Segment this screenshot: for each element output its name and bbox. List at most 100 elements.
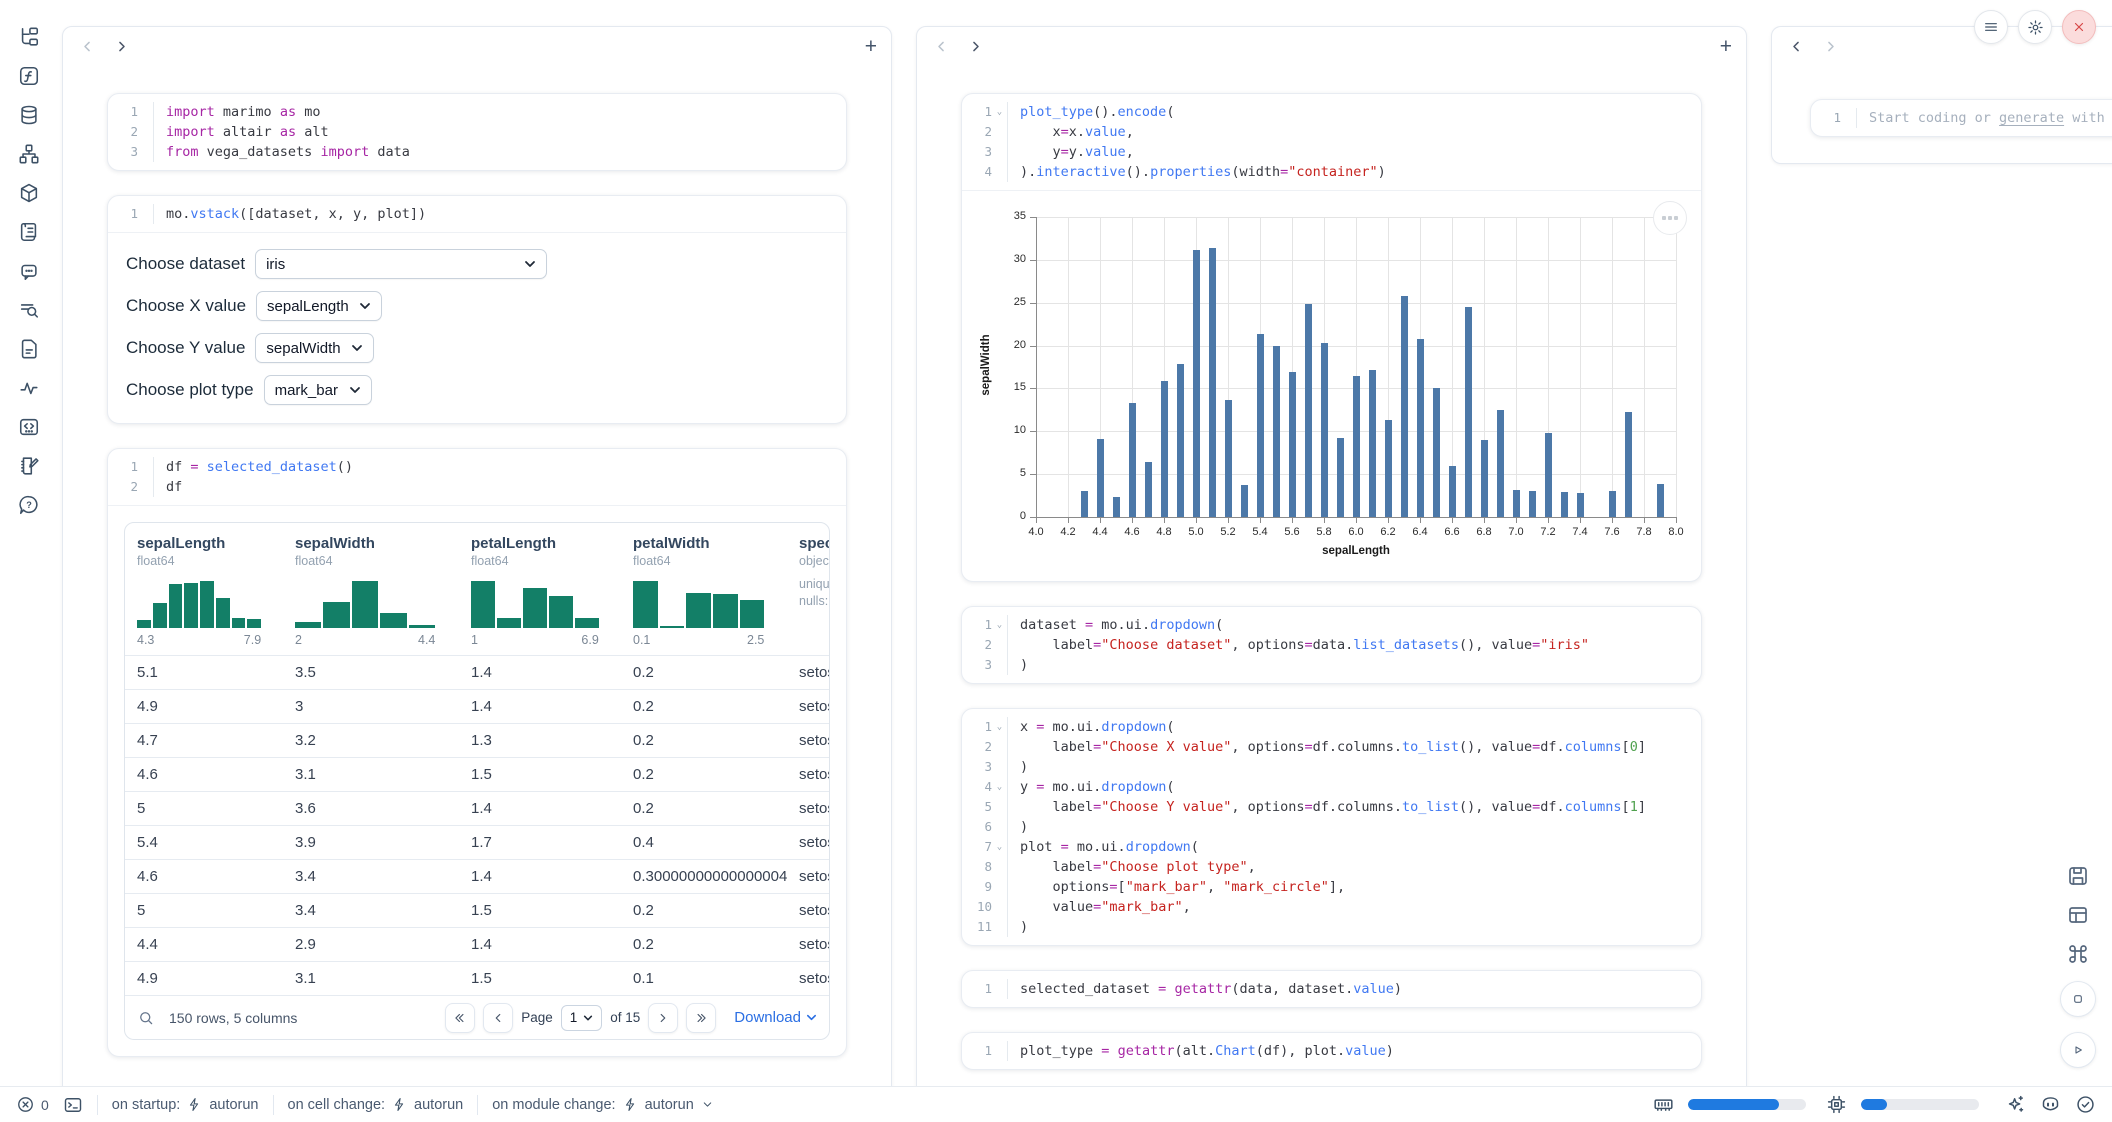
fold-marker[interactable]: ⌄ bbox=[992, 777, 1007, 797]
code-editor[interactable]: 1⌄plot_type().encode(2 x=x.value,3 y=y.v… bbox=[962, 94, 1701, 190]
table-row[interactable]: 4.63.41.40.30000000000000004setosa bbox=[125, 859, 829, 893]
code-text: label="Choose X value", options=df.colum… bbox=[1007, 737, 1701, 757]
histogram-bar bbox=[471, 581, 495, 629]
run-button[interactable] bbox=[2060, 1032, 2096, 1068]
add-cell-button[interactable]: + bbox=[865, 36, 877, 57]
ai-chat-icon[interactable] bbox=[16, 258, 42, 284]
collapse-left-icon[interactable] bbox=[931, 36, 951, 56]
copilot-icon[interactable] bbox=[2040, 1094, 2061, 1115]
cell-xyplot-dropdowns[interactable]: 1⌄x = mo.ui.dropdown(2 label="Choose X v… bbox=[961, 708, 1702, 946]
help-icon[interactable]: ? bbox=[16, 492, 42, 518]
errors-icon[interactable] bbox=[16, 1095, 35, 1114]
column-range: 24.4 bbox=[295, 633, 435, 647]
collapse-left-icon[interactable] bbox=[1786, 36, 1806, 56]
table-row[interactable]: 5.13.51.40.2setosa bbox=[125, 655, 829, 689]
search-icon[interactable] bbox=[137, 1009, 155, 1027]
keyboard-shortcuts-icon[interactable] bbox=[2066, 942, 2090, 966]
fold-marker[interactable]: ⌄ bbox=[992, 717, 1007, 737]
code-editor[interactable]: 1selected_dataset = getattr(data, datase… bbox=[962, 971, 1701, 1007]
cell-selected-dataset[interactable]: 1selected_dataset = getattr(data, datase… bbox=[961, 970, 1702, 1008]
chart-bar bbox=[1273, 346, 1280, 517]
y-value-select[interactable]: sepalWidth bbox=[255, 333, 373, 363]
on-module-change-mode[interactable]: on module change: autorun bbox=[492, 1097, 714, 1113]
column-header[interactable]: sepalWidthfloat6424.4 bbox=[283, 523, 459, 655]
ai-sparkles-icon[interactable] bbox=[2005, 1094, 2026, 1115]
snippets-icon[interactable] bbox=[16, 336, 42, 362]
logs-icon[interactable] bbox=[16, 219, 42, 245]
chevron-down-icon bbox=[701, 1098, 714, 1111]
editor-placeholder[interactable]: Start coding or generate with bbox=[1856, 108, 2112, 128]
cell-dataset-dropdown[interactable]: 1⌄dataset = mo.ui.dropdown(2 label="Choo… bbox=[961, 606, 1702, 684]
collapse-right-icon[interactable] bbox=[965, 36, 985, 56]
menu-button[interactable] bbox=[1974, 10, 2008, 44]
add-cell-button[interactable]: + bbox=[1720, 36, 1732, 57]
fold-marker[interactable]: ⌄ bbox=[992, 615, 1007, 635]
shutdown-button[interactable] bbox=[2062, 10, 2096, 44]
functions-icon[interactable] bbox=[16, 63, 42, 89]
table-row[interactable]: 5.43.91.70.4setosa bbox=[125, 825, 829, 859]
cell-vstack[interactable]: 1mo.vstack([dataset, x, y, plot]) Choose… bbox=[107, 195, 847, 424]
line-number: 1 bbox=[108, 204, 138, 224]
fold-marker[interactable]: ⌄ bbox=[992, 837, 1007, 857]
fold-marker bbox=[138, 204, 153, 224]
code-editor[interactable]: 1 Start coding or generate with bbox=[1811, 100, 2112, 136]
code-editor[interactable]: 1import marimo as mo2import altair as al… bbox=[108, 94, 846, 170]
chart-actions-button[interactable] bbox=[1653, 201, 1687, 235]
file-explorer-icon[interactable] bbox=[16, 24, 42, 50]
code-editor[interactable]: 1df = selected_dataset()2df bbox=[108, 449, 846, 505]
on-startup-mode[interactable]: on startup: autorun bbox=[112, 1097, 259, 1113]
prev-page-button[interactable] bbox=[483, 1003, 513, 1033]
code-line: 4).interactive().properties(width="conta… bbox=[962, 162, 1701, 182]
column-header[interactable]: speciesobjectunique:nulls: bbox=[787, 523, 829, 655]
code-editor[interactable]: 1mo.vstack([dataset, x, y, plot]) bbox=[108, 196, 846, 232]
chart-bar bbox=[1545, 433, 1552, 517]
download-button[interactable]: Download bbox=[734, 1009, 817, 1026]
connection-status-icon[interactable] bbox=[2075, 1094, 2096, 1115]
table-row[interactable]: 53.41.50.2setosa bbox=[125, 893, 829, 927]
collapse-right-icon[interactable] bbox=[1820, 36, 1840, 56]
cell-dataframe[interactable]: 1df = selected_dataset()2df sepalLengthf… bbox=[107, 448, 847, 1057]
scratchpad-button[interactable] bbox=[2060, 981, 2096, 1017]
table-row[interactable]: 4.73.21.30.2setosa bbox=[125, 723, 829, 757]
table-row[interactable]: 4.93.11.50.1setosa bbox=[125, 961, 829, 995]
table-of-contents-icon[interactable] bbox=[16, 297, 42, 323]
next-page-button[interactable] bbox=[648, 1003, 678, 1033]
dependencies-icon[interactable] bbox=[16, 141, 42, 167]
fold-marker[interactable]: ⌄ bbox=[992, 102, 1007, 122]
save-icon[interactable] bbox=[2066, 864, 2090, 888]
datasources-icon[interactable] bbox=[16, 102, 42, 128]
cell-plot[interactable]: 1⌄plot_type().encode(2 x=x.value,3 y=y.v… bbox=[961, 93, 1702, 582]
code-editor[interactable]: 1⌄x = mo.ui.dropdown(2 label="Choose X v… bbox=[962, 709, 1701, 945]
collapse-right-icon[interactable] bbox=[111, 36, 131, 56]
form-label: Choose dataset bbox=[126, 254, 245, 274]
column-header[interactable]: petalLengthfloat6416.9 bbox=[459, 523, 621, 655]
cell-plot-type[interactable]: 1plot_type = getattr(alt.Chart(df), plot… bbox=[961, 1032, 1702, 1070]
first-page-button[interactable] bbox=[445, 1003, 475, 1033]
cell-imports[interactable]: 1import marimo as mo2import altair as al… bbox=[107, 93, 847, 171]
table-row[interactable]: 4.63.11.50.2setosa bbox=[125, 757, 829, 791]
plot-type-select[interactable]: mark_bar bbox=[264, 375, 372, 405]
table-row[interactable]: 4.931.40.2setosa bbox=[125, 689, 829, 723]
table-row[interactable]: 4.42.91.40.2setosa bbox=[125, 927, 829, 961]
terminal-icon[interactable] bbox=[63, 1095, 83, 1115]
cell-empty[interactable]: 1 Start coding or generate with bbox=[1810, 99, 2112, 137]
notebook-column-3: 1 Start coding or generate with bbox=[1771, 26, 2112, 164]
generate-link[interactable]: generate bbox=[1999, 110, 2064, 126]
scratchpad-icon[interactable] bbox=[16, 414, 42, 440]
documentation-icon[interactable] bbox=[16, 453, 42, 479]
x-value-select[interactable]: sepalLength bbox=[256, 291, 382, 321]
on-cell-change-mode[interactable]: on cell change: autorun bbox=[288, 1097, 464, 1113]
code-editor[interactable]: 1⌄dataset = mo.ui.dropdown(2 label="Choo… bbox=[962, 607, 1701, 683]
column-header[interactable]: petalWidthfloat640.12.5 bbox=[621, 523, 787, 655]
column-header[interactable]: sepalLengthfloat644.37.9 bbox=[125, 523, 283, 655]
tracing-icon[interactable] bbox=[16, 375, 42, 401]
page-select[interactable]: 1 bbox=[561, 1005, 603, 1031]
settings-button[interactable] bbox=[2018, 10, 2052, 44]
collapse-left-icon[interactable] bbox=[77, 36, 97, 56]
dataset-select[interactable]: iris bbox=[255, 249, 547, 279]
code-editor[interactable]: 1plot_type = getattr(alt.Chart(df), plot… bbox=[962, 1033, 1701, 1069]
packages-icon[interactable] bbox=[16, 180, 42, 206]
layout-table-icon[interactable] bbox=[2066, 903, 2090, 927]
last-page-button[interactable] bbox=[686, 1003, 716, 1033]
table-row[interactable]: 53.61.40.2setosa bbox=[125, 791, 829, 825]
